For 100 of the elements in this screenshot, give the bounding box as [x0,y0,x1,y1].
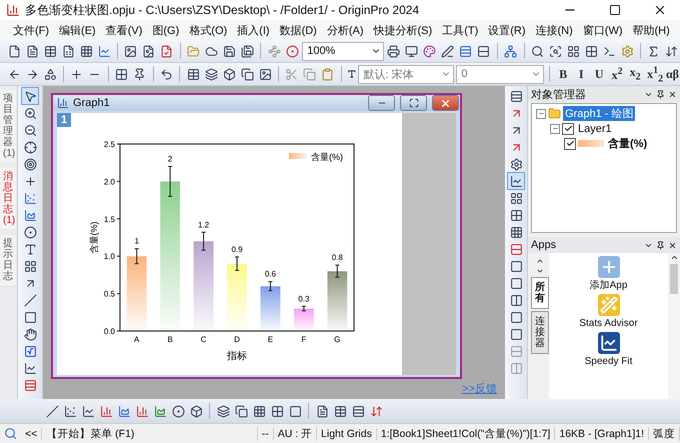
area-chart-icon[interactable] [116,403,132,419]
frame-icon[interactable] [508,309,524,325]
hand-icon[interactable] [22,326,38,342]
columns-icon[interactable] [508,292,524,308]
layout-icon[interactable] [565,43,582,59]
crosshair-icon[interactable] [22,139,38,155]
shapes-icon[interactable] [42,66,58,82]
scatter-icon[interactable] [62,403,78,419]
area-icon[interactable] [152,403,168,419]
record-icon[interactable] [284,43,300,59]
app-label[interactable]: 添加App [578,280,638,291]
bar-chart-icon[interactable] [134,403,150,419]
monitor-icon[interactable] [404,43,420,59]
menu-item[interactable]: 分析(A) [322,22,369,38]
menu-item[interactable]: 帮助(H) [628,22,675,38]
pen-icon[interactable] [440,43,456,59]
font-size-field[interactable]: 0 [456,64,544,84]
save-icon[interactable] [221,43,238,59]
fit-app-icon[interactable] [598,332,620,354]
column-chart-icon[interactable] [98,403,114,419]
save-all-icon[interactable] [239,43,256,59]
format-button[interactable]: I [573,65,590,83]
target-icon[interactable] [22,156,38,172]
format-button[interactable]: U [591,65,608,83]
rows-icon[interactable] [508,241,524,257]
menu-item[interactable]: 数据(D) [274,22,322,38]
search-icon[interactable] [529,43,546,59]
box-icon[interactable] [221,66,238,82]
font-field[interactable]: 默认: 宋体 [358,64,454,84]
path-icon[interactable] [266,43,282,59]
layout-icon[interactable] [508,190,524,206]
frame-icon[interactable] [508,258,524,274]
scroll-thumb[interactable] [670,264,678,294]
network-icon[interactable] [502,43,519,59]
frame-icon[interactable] [508,326,524,342]
menu-item[interactable]: 格式(O) [184,22,232,38]
tree-item[interactable]: 含量(%) [606,136,650,151]
menu-item[interactable]: 设置(R) [483,22,531,38]
grid-icon[interactable] [508,207,524,223]
checkbox[interactable] [564,138,576,150]
close-button[interactable] [432,95,459,111]
tree-item[interactable]: Layer1 [576,122,614,134]
grid-icon[interactable] [508,224,524,240]
app-label[interactable]: Stats Advisor [578,318,638,329]
menu-item[interactable]: 文件(F) [8,22,54,38]
point-icon[interactable] [22,224,38,240]
checkbox[interactable] [562,122,574,134]
menu-item[interactable]: 编辑(E) [54,22,101,38]
apps-tab[interactable]: 连接器 [531,311,549,354]
minimize-button[interactable] [368,95,395,111]
line-symbol-icon[interactable] [80,403,96,419]
grid-icon[interactable] [78,43,94,59]
frame-icon[interactable] [287,403,303,419]
zoom-field[interactable]: 100% [302,42,384,60]
rows-icon[interactable] [458,43,474,59]
grid-window-icon[interactable] [583,43,600,59]
side-tab[interactable]: 项目管理器 (1) [0,90,16,162]
zoom-in-icon[interactable] [22,105,38,121]
box-icon[interactable] [188,403,204,419]
menu-item[interactable]: 快捷分析(S) [368,22,438,38]
expander-icon[interactable] [536,108,546,118]
grid-icon[interactable] [114,66,130,82]
scan-search-icon[interactable] [547,43,564,59]
expander-icon[interactable] [550,124,560,134]
palette-icon[interactable] [422,43,438,59]
format-button[interactable]: x$_{2}$ [627,65,644,83]
image-icon[interactable] [257,66,274,82]
table-icon[interactable] [42,43,58,59]
rectangle-icon[interactable] [22,309,38,325]
format-button[interactable]: B [555,65,572,83]
app-label[interactable]: Speedy Fit [578,356,638,367]
list-icon[interactable] [476,43,492,59]
side-tab[interactable]: 提示日志 [0,235,16,285]
frame-icon[interactable] [508,275,524,291]
image-icon[interactable] [122,43,139,59]
line-chart-icon[interactable] [96,43,112,59]
grid-icon[interactable] [251,403,267,419]
scroll-up-icon[interactable] [670,253,678,262]
scatter-icon[interactable] [22,190,38,206]
menu-item[interactable]: 查看(V) [100,22,148,38]
format-button[interactable]: αβ [664,65,680,83]
maximize-button[interactable] [400,95,427,111]
zoom-out-icon[interactable] [22,122,38,138]
line-icon[interactable] [44,403,60,419]
grid-icon[interactable] [269,403,285,419]
table-icon[interactable] [185,66,202,82]
grid-tool-icon[interactable] [22,258,38,274]
tree-item[interactable]: Graph1 - 绘图 [563,106,636,121]
menu-item[interactable]: 图(G) [147,22,184,38]
copy-icon[interactable] [239,66,256,82]
menu-item[interactable]: 窗口(W) [578,22,628,38]
menu-item[interactable]: 工具(T) [437,22,484,38]
rows-icon[interactable] [508,88,524,104]
formula-icon[interactable] [22,343,38,359]
line-tool-icon[interactable] [22,292,38,308]
layers-icon[interactable] [215,403,231,419]
side-tab[interactable]: 消息日志 (1) [0,168,16,229]
pointer-icon[interactable] [22,88,38,104]
print-icon[interactable] [386,43,402,59]
chart-icon[interactable] [22,360,38,376]
